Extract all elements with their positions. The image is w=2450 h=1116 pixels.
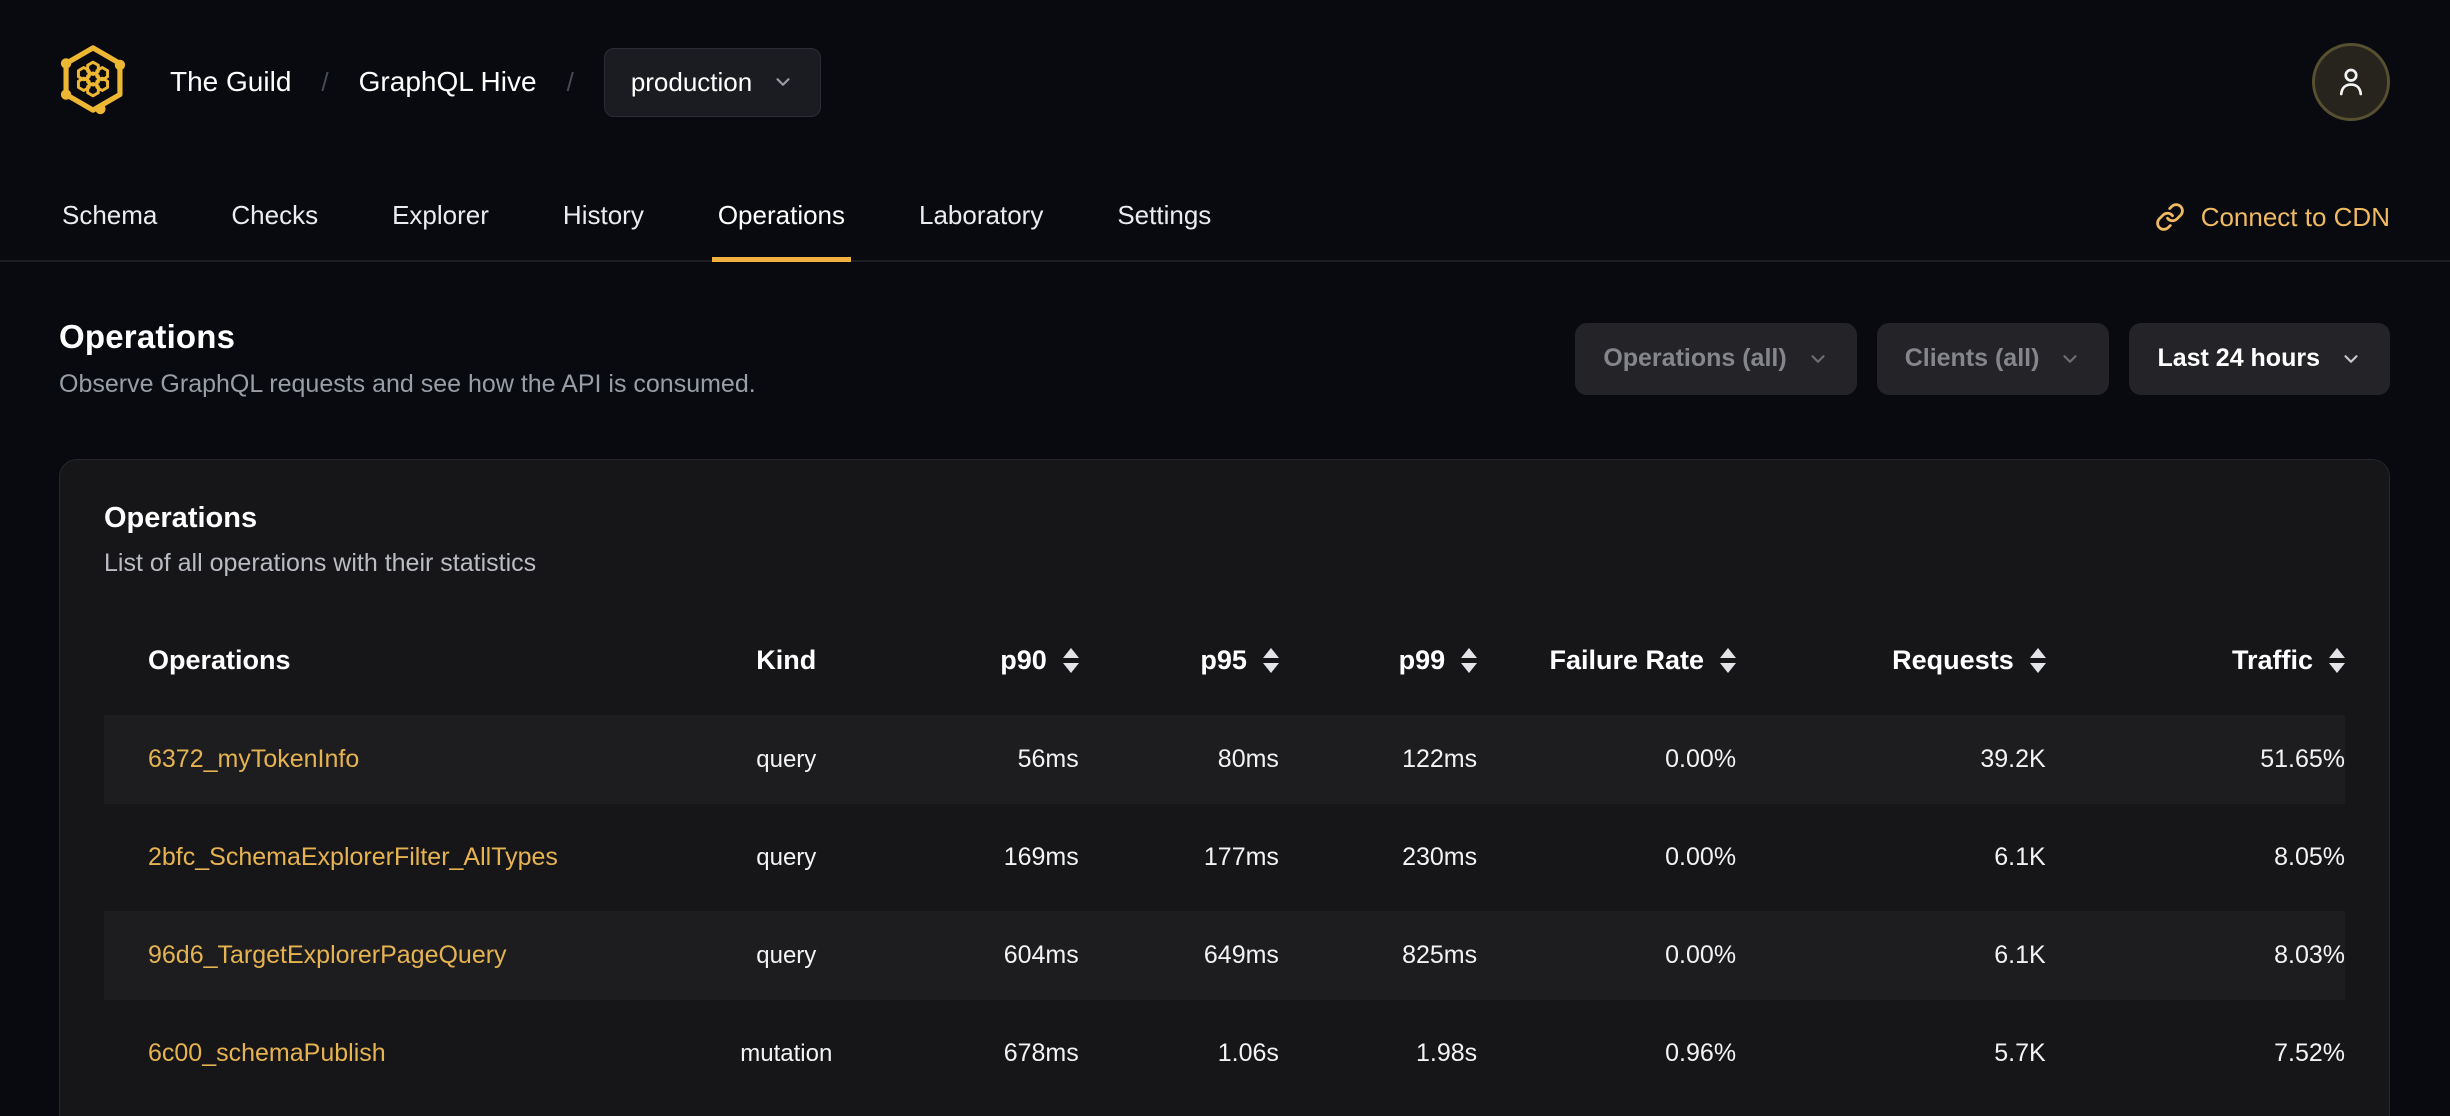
page-subtitle: Observe GraphQL requests and see how the… [59, 370, 756, 398]
operation-p99: 825ms [1402, 941, 1478, 969]
connect-to-cdn-link[interactable]: Connect to CDN [2155, 174, 2390, 260]
tab-laboratory[interactable]: Laboratory [913, 174, 1049, 262]
sort-arrows-icon[interactable] [1262, 648, 1279, 673]
tab-explorer[interactable]: Explorer [386, 174, 495, 262]
operation-p90: 169ms [1003, 843, 1079, 871]
column-header-p90: p90 [1000, 645, 1047, 675]
breadcrumb-separator: / [321, 66, 329, 97]
operation-requests: 39.2K [1980, 745, 2046, 773]
time-range-dropdown[interactable]: Last 24 hours [2129, 322, 2390, 395]
table-row: 6372_myTokenInfo query 56ms 80ms 122ms 0… [104, 715, 2345, 804]
column-header-requests: Requests [1892, 645, 2014, 675]
chevron-down-icon [2344, 354, 2358, 363]
column-header-kind: Kind [756, 645, 817, 675]
sort-arrows-icon[interactable] [2029, 648, 2046, 673]
sort-arrows-icon[interactable] [1461, 648, 1478, 673]
connect-to-cdn-label: Connect to CDN [2200, 201, 2390, 232]
column-header-p99: p99 [1398, 645, 1446, 675]
operation-traffic: 8.03% [2274, 941, 2345, 969]
column-header-p95: p95 [1200, 645, 1247, 675]
operation-p95: 177ms [1203, 843, 1279, 871]
operation-traffic: 7.52% [2274, 1039, 2345, 1067]
operation-traffic: 8.05% [2274, 843, 2345, 871]
operation-kind: mutation [740, 1039, 833, 1067]
chevron-down-icon [1811, 354, 1825, 363]
target-selector[interactable]: production [603, 47, 822, 117]
tab-operations[interactable]: Operations [711, 174, 852, 262]
operations-table: Operations Kind p90 p95 p99 Failure Rate… [104, 608, 2345, 1107]
operation-link[interactable]: 6c00_schemaPublish [148, 1039, 386, 1067]
operation-requests: 5.7K [1994, 1039, 2046, 1067]
operation-p90: 56ms [1017, 745, 1079, 773]
operations-card: Operations List of all operations with t… [59, 459, 2390, 1116]
table-header-row: Operations Kind p90 p95 p99 Failure Rate… [104, 617, 2345, 706]
tab-checks[interactable]: Checks [225, 174, 324, 262]
table-row: 6c00_schemaPublish mutation 678ms 1.06s … [104, 1009, 2345, 1098]
operation-link[interactable]: 2bfc_SchemaExplorerFilter_AllTypes [148, 843, 558, 871]
operation-requests: 6.1K [1994, 843, 2046, 871]
operations-filter-dropdown[interactable]: Operations (all) [1575, 322, 1857, 395]
breadcrumb-project[interactable]: GraphQL Hive [359, 66, 537, 98]
sort-arrows-icon[interactable] [1062, 648, 1079, 673]
sort-arrows-icon[interactable] [2329, 648, 2345, 673]
operation-traffic: 51.65% [2260, 745, 2345, 773]
operation-failure-rate: 0.00% [1665, 843, 1737, 871]
operation-p99: 1.98s [1415, 1039, 1478, 1067]
card-title: Operations [104, 502, 258, 534]
tab-bar: Schema Checks Explorer History Operation… [0, 174, 2450, 262]
operation-requests: 6.1K [1994, 941, 2046, 969]
column-header-operations: Operations [148, 645, 291, 675]
operation-kind: query [756, 843, 817, 871]
operation-p95: 649ms [1203, 941, 1279, 969]
link-icon [2155, 203, 2184, 231]
table-row: 96d6_TargetExplorerPageQuery query 604ms… [104, 911, 2345, 1000]
tab-settings[interactable]: Settings [1111, 174, 1217, 262]
column-header-traffic: Traffic [2231, 645, 2313, 675]
chevron-down-icon [2063, 354, 2078, 363]
clients-filter-dropdown[interactable]: Clients (all) [1876, 322, 2110, 395]
tab-history[interactable]: History [557, 174, 650, 262]
time-range-label: Last 24 hours [2157, 344, 2320, 372]
hive-logo[interactable] [56, 42, 130, 122]
operation-link[interactable]: 6372_myTokenInfo [148, 745, 359, 773]
operation-p95: 80ms [1217, 745, 1279, 773]
operation-p99: 122ms [1402, 745, 1478, 773]
column-header-failure-rate: Failure Rate [1549, 645, 1705, 675]
main-content: Operations Observe GraphQL requests and … [0, 262, 2450, 1116]
hive-logo-icon [60, 45, 126, 115]
tab-schema[interactable]: Schema [56, 174, 163, 262]
sort-arrows-icon[interactable] [1720, 648, 1737, 673]
page-header: Operations Observe GraphQL requests and … [59, 318, 2390, 399]
breadcrumb-separator: / [566, 66, 574, 97]
clients-filter-label: Clients (all) [1904, 344, 2040, 372]
breadcrumb: The Guild / GraphQL Hive / production [170, 47, 822, 117]
operation-failure-rate: 0.96% [1665, 1039, 1737, 1067]
user-icon [2339, 68, 2363, 96]
operation-kind: query [756, 745, 817, 773]
operation-failure-rate: 0.00% [1665, 941, 1737, 969]
user-menu-button[interactable] [2312, 43, 2390, 121]
chevron-down-icon [776, 78, 790, 86]
target-selector-value: production [630, 66, 753, 97]
operations-filter-label: Operations (all) [1603, 344, 1787, 372]
top-bar: The Guild / GraphQL Hive / production [0, 0, 2450, 124]
breadcrumb-org[interactable]: The Guild [170, 66, 291, 98]
operation-kind: query [756, 941, 817, 969]
operation-p90: 604ms [1003, 941, 1079, 969]
operation-p90: 678ms [1003, 1039, 1079, 1067]
operation-p95: 1.06s [1217, 1039, 1279, 1067]
card-subtitle: List of all operations with their statis… [104, 549, 537, 577]
operation-failure-rate: 0.00% [1665, 745, 1737, 773]
table-row: 2bfc_SchemaExplorerFilter_AllTypes query… [104, 813, 2345, 902]
filter-controls: Operations (all) Clients (all) Last 24 h… [1575, 322, 2390, 395]
operation-p99: 230ms [1402, 843, 1478, 871]
operation-link[interactable]: 96d6_TargetExplorerPageQuery [148, 941, 507, 969]
page-title: Operations [59, 318, 236, 355]
